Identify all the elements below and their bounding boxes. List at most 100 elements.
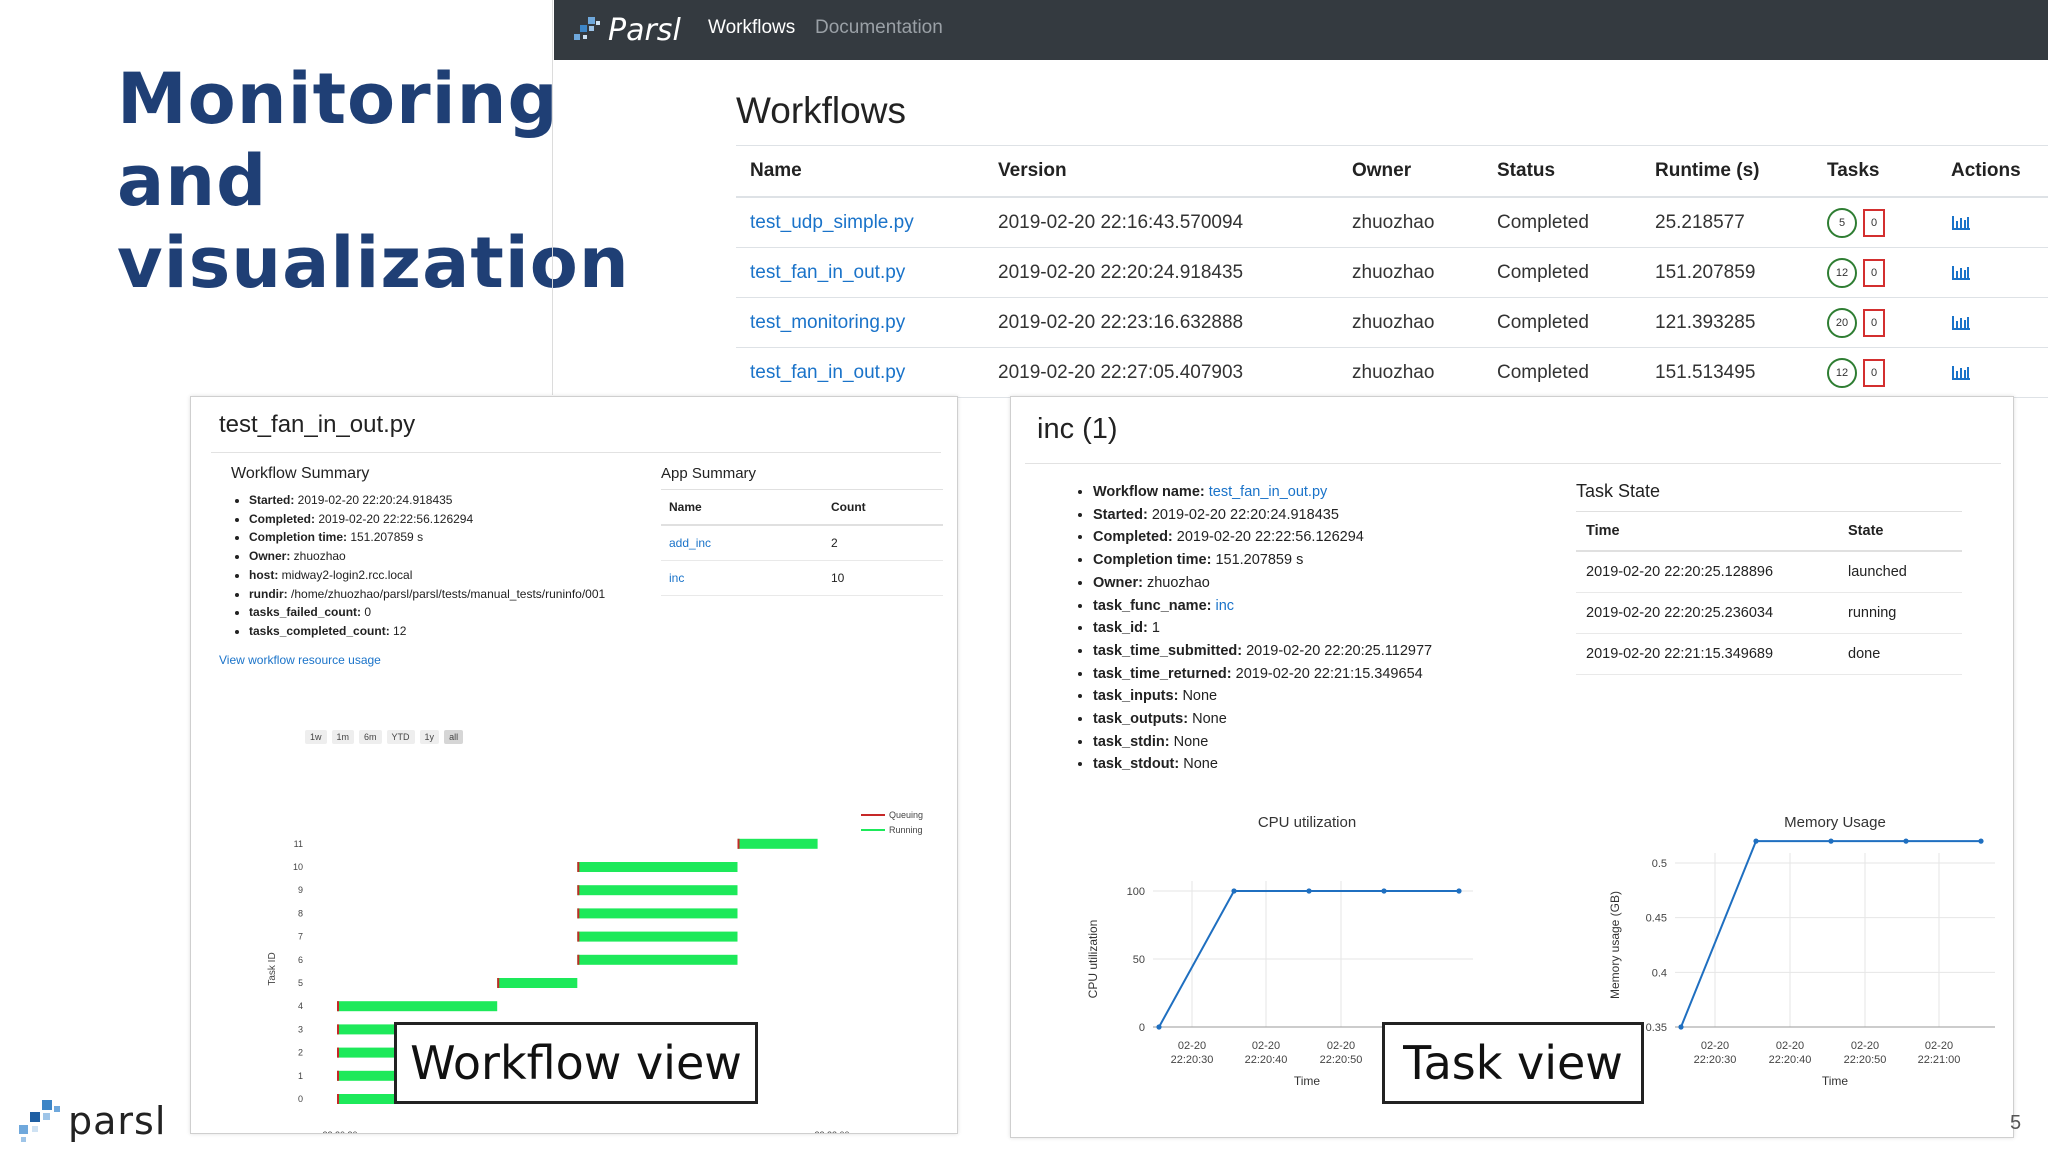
summary-link[interactable]: test_fan_in_out.py [1209, 484, 1328, 500]
summary-item: Owner: zhuozhao [1093, 572, 1432, 595]
bar-chart-icon[interactable] [1951, 264, 1971, 281]
y-tick-label: 0.45 [1646, 913, 1667, 925]
workflow-owner: zhuozhao [1338, 297, 1483, 348]
table-row: test_fan_in_out.py 2019-02-20 22:20:24.91… [736, 247, 2048, 298]
data-point[interactable] [1156, 1024, 1162, 1030]
summary-item: tasks_completed_count: 12 [249, 622, 605, 641]
queue-mark [337, 1070, 339, 1081]
summary-item: Completed: 2019-02-20 22:22:56.126294 [1093, 526, 1432, 549]
parsl-logo-icon [19, 1100, 60, 1142]
summary-value: midway2-login2.rcc.local [278, 567, 413, 582]
column-header: Count [830, 489, 943, 526]
task-bar [577, 862, 738, 872]
task-bar [577, 931, 738, 942]
x-tick-label: 02-20 [1776, 1040, 1804, 1052]
summary-item: task_stdin: None [1093, 731, 1432, 754]
bar-chart-icon[interactable] [1951, 364, 1971, 381]
legend-label[interactable]: Queuing [889, 810, 923, 820]
task-view-label: Task view [1382, 1022, 1644, 1104]
data-point[interactable] [1903, 838, 1909, 844]
summary-item: task_func_name: inc [1093, 595, 1432, 618]
x-tick-label: 22:20:40 [1245, 1054, 1288, 1066]
summary-item: Completion time: 151.207859 s [249, 528, 605, 547]
x-axis-label: Time [1822, 1074, 1849, 1088]
column-header: State [1847, 511, 1962, 552]
tasks-completed-badge: 5 [1827, 207, 1857, 238]
chart-title: Memory Usage [1784, 814, 1886, 831]
nav-documentation[interactable]: Documentation [815, 17, 943, 39]
brand[interactable]: Parsl [572, 8, 681, 52]
workflow-name-link[interactable]: test_udp_simple.py [750, 212, 914, 233]
task-bar [737, 838, 818, 849]
summary-key: Owner: [249, 549, 291, 564]
summary-value: None [1178, 688, 1218, 705]
workflow-owner: zhuozhao [1338, 347, 1483, 398]
data-point[interactable] [1978, 838, 1984, 844]
bar-chart-icon[interactable] [1951, 214, 1971, 231]
data-point[interactable] [1381, 888, 1387, 894]
nav-workflows[interactable]: Workflows [708, 17, 795, 39]
tasks-failed-badge: 0 [1863, 308, 1885, 337]
app-link[interactable]: inc [669, 571, 684, 585]
tasks-completed-badge: 12 [1827, 257, 1857, 288]
summary-key: task_time_returned: [1093, 665, 1232, 682]
queue-mark [337, 1001, 339, 1012]
task-bar [337, 1001, 498, 1012]
slide-title: Monitoring and visualization [117, 58, 629, 304]
parsl-logo: parsl [16, 1098, 166, 1144]
x-tick-label: 02-20 [1178, 1040, 1206, 1052]
summary-value: /home/zhuozhao/parsl/parsl/tests/manual_… [287, 586, 606, 601]
y-tick-label: 9 [298, 885, 303, 895]
table-row: inc 10 [661, 560, 943, 596]
summary-value: 12 [389, 623, 407, 638]
summary-item: task_inputs: None [1093, 685, 1432, 708]
workflow-version: 2019-02-20 22:27:05.407903 [984, 347, 1338, 398]
actions-cell [1937, 347, 2048, 398]
table-cell: test_udp_simple.py [736, 197, 984, 248]
workflow-title: test_fan_in_out.py [219, 411, 416, 438]
page-number: 5 [2010, 1112, 2022, 1134]
summary-value: 2019-02-20 22:22:56.126294 [1172, 529, 1364, 546]
column-header: Status [1483, 145, 1641, 198]
queue-mark [337, 1047, 339, 1058]
workflow-name-link[interactable]: test_fan_in_out.py [750, 362, 905, 383]
data-point[interactable] [1828, 838, 1834, 844]
column-header: Name [661, 489, 830, 526]
summary-value: 2019-02-20 22:20:24.918435 [1147, 506, 1339, 523]
data-point[interactable] [1231, 888, 1237, 894]
bar-chart-icon[interactable] [1951, 314, 1971, 331]
summary-link[interactable]: inc [1216, 598, 1235, 614]
x-tick-label: 22:20:30 [1171, 1054, 1214, 1066]
y-tick-label: 10 [293, 862, 303, 872]
data-point[interactable] [1306, 888, 1312, 894]
actions-cell [1937, 247, 2048, 298]
queue-mark [497, 978, 500, 988]
data-point[interactable] [1753, 838, 1759, 844]
summary-key: Started: [1093, 506, 1148, 523]
x-tick-label: 22:20:40 [1769, 1054, 1812, 1066]
data-point[interactable] [1456, 888, 1462, 894]
view-resource-usage-link[interactable]: View workflow resource usage [219, 653, 381, 667]
workflow-runtime: 121.393285 [1641, 297, 1813, 348]
legend-label[interactable]: Running [889, 825, 923, 835]
workflow-summary-heading: Workflow Summary [231, 465, 370, 482]
summary-item: Completed: 2019-02-20 22:22:56.126294 [249, 510, 605, 529]
x-tick-label: 22:21:00 [1918, 1054, 1961, 1066]
navbar: Parsl Workflows Documentation [554, 0, 2048, 60]
x-tick-label: 22:20:50 [1844, 1054, 1887, 1066]
app-link[interactable]: add_inc [669, 536, 711, 550]
y-tick-label: 0.35 [1646, 1022, 1667, 1034]
queue-mark [737, 838, 740, 849]
data-point[interactable] [1678, 1024, 1684, 1030]
state-time: 2019-02-20 22:21:15.349689 [1576, 633, 1847, 675]
summary-value: 2019-02-20 22:22:56.126294 [315, 511, 474, 526]
workflow-name-link[interactable]: test_fan_in_out.py [750, 262, 905, 283]
series-line [1680, 840, 1981, 1028]
workflow-name-link[interactable]: test_monitoring.py [750, 312, 905, 333]
workflow-runtime: 25.218577 [1641, 197, 1813, 248]
x-tick-label: 22:20:50 [1320, 1054, 1363, 1066]
summary-item: task_stdout: None [1093, 753, 1432, 776]
summary-item: task_time_returned: 2019-02-20 22:21:15.… [1093, 663, 1432, 686]
y-tick-label: 0.5 [1652, 858, 1667, 870]
actions-cell [1937, 297, 2048, 348]
